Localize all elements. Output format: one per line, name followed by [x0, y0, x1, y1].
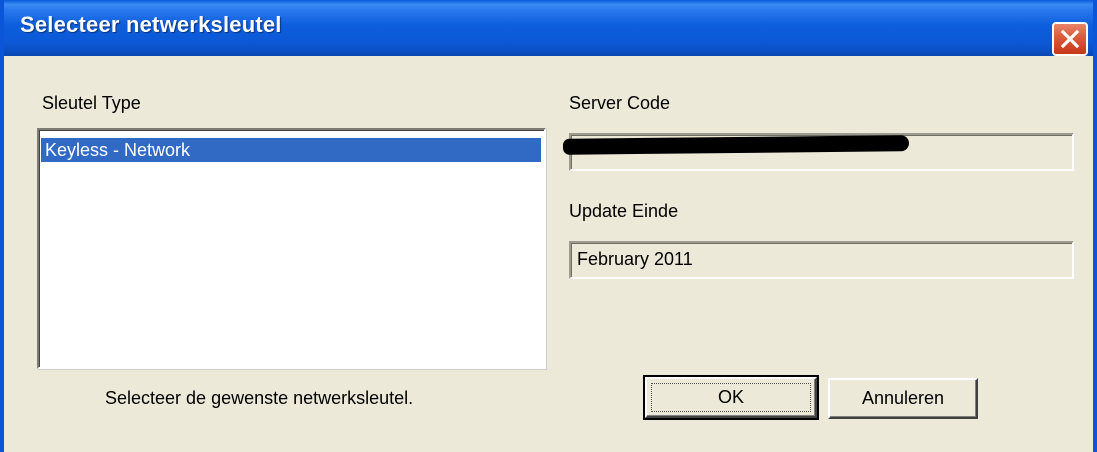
dialog-window: Selecteer netwerksleutel Sleutel Type Ke…: [0, 0, 1097, 452]
window-title: Selecteer netwerksleutel: [20, 12, 282, 37]
title-bar[interactable]: Selecteer netwerksleutel: [4, 0, 1093, 56]
key-type-label: Sleutel Type: [42, 93, 141, 113]
ok-button[interactable]: OK: [643, 375, 819, 420]
key-type-listbox[interactable]: Keyless - Network: [37, 128, 546, 369]
cancel-button-label: Annuleren: [861, 388, 945, 408]
focus-rect: [651, 383, 811, 412]
close-icon: [1060, 29, 1080, 49]
redaction-mark: [562, 135, 910, 155]
server-code-field: [562, 133, 1074, 171]
update-end-label: Update Einde: [569, 201, 679, 221]
cancel-button[interactable]: Annuleren: [828, 378, 978, 419]
hint-text: Selecteer de gewenste netwerksleutel.: [105, 388, 414, 408]
update-end-field: February 2011: [569, 241, 1074, 279]
close-button[interactable]: [1052, 22, 1088, 56]
list-item-keyless-network[interactable]: Keyless - Network: [41, 138, 541, 162]
server-code-label: Server Code: [569, 93, 671, 113]
